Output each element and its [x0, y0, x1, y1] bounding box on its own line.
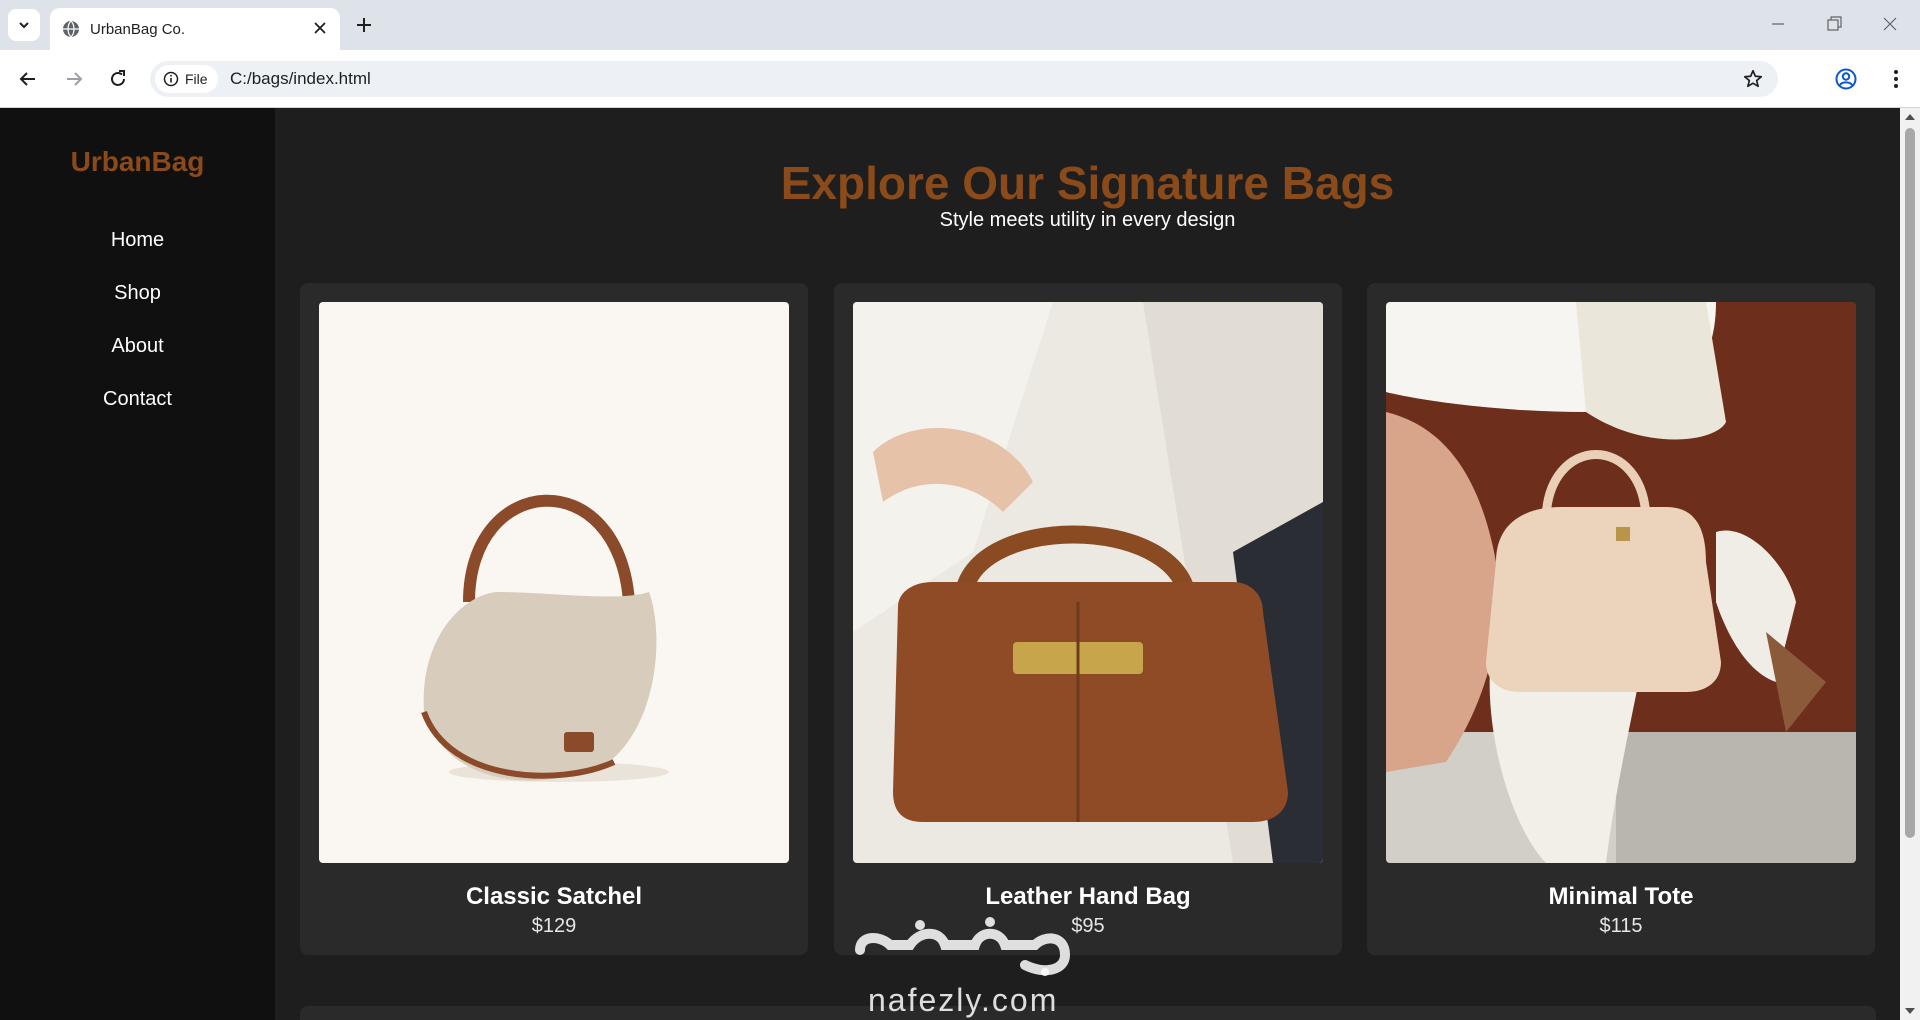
sidebar-item-shop[interactable]: Shop [0, 282, 275, 305]
sidebar-item-about[interactable]: About [0, 335, 275, 358]
product-name: Leather Hand Bag [985, 883, 1191, 910]
url-text[interactable]: C:/bags/index.html [230, 69, 371, 89]
next-section-edge [300, 1006, 1876, 1020]
browser-tab[interactable]: UrbanBag Co. [50, 8, 340, 50]
browser-tab-bar: UrbanBag Co. [0, 0, 1920, 50]
product-card[interactable]: Minimal Tote $115 [1367, 283, 1875, 955]
product-image-minimal-tote[interactable] [1386, 302, 1856, 863]
globe-icon [63, 20, 79, 38]
sidebar-item-contact[interactable]: Contact [0, 388, 275, 411]
back-arrow-icon[interactable] [16, 67, 40, 91]
minimize-icon[interactable] [1768, 14, 1788, 34]
watermark-domain: nafezly.com [868, 982, 1059, 1018]
chevron-down-icon [19, 22, 29, 29]
reload-icon[interactable] [106, 67, 130, 91]
page-title: Explore Our Signature Bags [780, 157, 1395, 209]
window-close-icon[interactable] [1880, 14, 1900, 34]
product-image-classic-satchel[interactable] [319, 302, 789, 863]
new-tab-plus-icon[interactable] [352, 13, 376, 37]
product-name: Classic Satchel [465, 883, 643, 910]
address-bar[interactable]: File C:/bags/index.html [150, 61, 1778, 97]
product-name: Minimal Tote [1548, 883, 1694, 910]
product-price: $129 [531, 915, 577, 937]
tab-title: UrbanBag Co. [90, 21, 186, 38]
scroll-up-arrow-icon[interactable] [1904, 112, 1916, 122]
sidebar-item-home[interactable]: Home [0, 229, 275, 252]
page-subtitle: Style meets utility in every design [939, 209, 1236, 231]
info-icon [163, 71, 179, 87]
bookmark-star-icon[interactable] [1742, 68, 1764, 90]
site-info-chip[interactable]: File [155, 65, 218, 93]
main-content: Explore Our Signature Bags Style meets u… [275, 108, 1900, 1020]
sidebar: UrbanBag Home Shop About Contact [0, 108, 275, 1020]
product-card[interactable]: Leather Hand Bag $95 [834, 283, 1342, 955]
product-price: $115 [1599, 915, 1643, 937]
forward-arrow-icon[interactable] [62, 67, 86, 91]
close-icon[interactable] [312, 20, 328, 36]
site-logo[interactable]: UrbanBag [0, 146, 275, 178]
scroll-thumb[interactable] [1905, 128, 1915, 838]
profile-icon[interactable] [1834, 67, 1858, 91]
restore-icon[interactable] [1824, 14, 1844, 34]
scroll-down-arrow-icon[interactable] [1904, 1006, 1916, 1016]
page-scrollbar[interactable] [1900, 108, 1920, 1020]
watermark: nafezly.com [850, 910, 1080, 1020]
tab-search-button[interactable] [8, 9, 40, 41]
product-card[interactable]: Classic Satchel $129 [300, 283, 808, 955]
site-info-label: File [185, 71, 208, 87]
watermark-logo [855, 917, 1071, 976]
more-menu-icon[interactable] [1884, 67, 1908, 91]
product-image-leather-hand-bag[interactable] [853, 302, 1323, 863]
